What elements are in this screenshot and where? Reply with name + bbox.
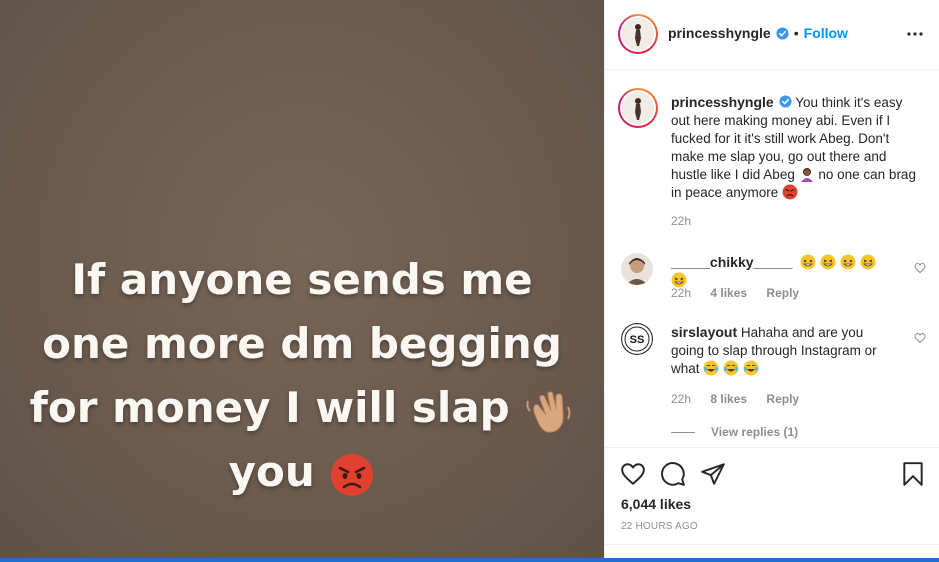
post-image-text: If anyone sends me one more dm begging f… — [20, 248, 584, 504]
svg-text:SS: SS — [630, 334, 645, 346]
avatar-photo — [622, 18, 654, 50]
comment-timestamp[interactable]: 22h — [671, 286, 691, 300]
angry-face-emoji — [782, 184, 798, 200]
save-bookmark-icon[interactable] — [900, 461, 926, 487]
avatar[interactable]: SS — [621, 323, 653, 355]
comment-bubble-icon[interactable] — [660, 461, 686, 487]
more-options-icon[interactable] — [906, 26, 924, 42]
woman-tipping-hand-emoji — [800, 168, 813, 182]
avatar[interactable] — [618, 14, 658, 54]
image-text-line: If anyone sends me — [71, 255, 533, 304]
comment-text: sirslayout Hahaha and are you going to s… — [671, 323, 891, 378]
caption-username[interactable]: princesshyngle — [671, 94, 774, 110]
post-image[interactable]: If anyone sends me one more dm begging f… — [0, 0, 604, 562]
header-user-info: princesshyngle • Follow — [668, 25, 848, 41]
waving-hand-emoji — [526, 391, 571, 433]
comment-likes[interactable]: 8 likes — [710, 392, 747, 406]
post-actions: 6,044 likes 22 HOURS AGO — [605, 447, 939, 562]
profile-picture-icon: SS — [621, 323, 653, 355]
comment-likes[interactable]: 4 likes — [710, 286, 747, 300]
like-comment-heart-icon[interactable] — [914, 332, 926, 344]
profile-picture-icon — [622, 18, 654, 50]
follow-button[interactable]: Follow — [804, 25, 848, 41]
caption-timestamp[interactable]: 22h — [671, 214, 691, 228]
image-text-line-with-emoji: for money I will slap — [20, 376, 584, 440]
grinning-squinting-emoji — [800, 254, 816, 270]
avatar[interactable] — [621, 253, 653, 285]
avatar[interactable] — [618, 88, 658, 128]
comment-meta: 22h 4 likes Reply — [671, 286, 815, 300]
likes-count[interactable]: 6,044 likes — [621, 496, 691, 512]
image-text-line-with-emoji: you — [20, 440, 584, 504]
verified-badge-icon — [779, 95, 792, 108]
like-heart-icon[interactable] — [620, 461, 646, 487]
comment-username[interactable]: sirslayout — [671, 324, 737, 340]
comment-reply-button[interactable]: Reply — [766, 286, 799, 300]
image-text-line: one more dm begging — [42, 319, 562, 368]
replies-divider-line — [671, 431, 695, 433]
view-replies-label: View replies (1) — [711, 425, 799, 439]
view-replies-button[interactable]: View replies (1) — [671, 425, 798, 439]
comment-emojis — [703, 360, 759, 376]
tears-of-joy-emoji — [723, 360, 739, 376]
comment-username[interactable]: _____chikky_____ — [671, 254, 792, 270]
profile-picture-icon — [622, 92, 654, 124]
angry-face-emoji — [331, 453, 374, 496]
avatar-photo — [622, 92, 654, 124]
like-comment-heart-icon[interactable] — [914, 262, 926, 274]
grinning-squinting-emoji — [860, 254, 876, 270]
image-text-line: you — [228, 447, 315, 496]
tears-of-joy-emoji — [703, 360, 719, 376]
post-timestamp[interactable]: 22 HOURS AGO — [621, 521, 698, 532]
grinning-squinting-emoji — [820, 254, 836, 270]
share-paper-plane-icon[interactable] — [700, 461, 726, 487]
caption-text: princesshyngle You think it's easy out h… — [671, 93, 916, 202]
username-link[interactable]: princesshyngle — [668, 25, 771, 41]
comment-item: SS sirslayout Hahaha and are you going t… — [621, 323, 926, 413]
tears-of-joy-emoji — [743, 360, 759, 376]
comment-timestamp[interactable]: 22h — [671, 392, 691, 406]
separator-dot: • — [793, 25, 799, 41]
grinning-squinting-emoji — [840, 254, 856, 270]
profile-picture-icon — [621, 253, 653, 285]
comment-text: _____chikky_____ — [671, 253, 891, 290]
comment-reply-button[interactable]: Reply — [766, 392, 799, 406]
verified-badge-icon — [776, 26, 789, 40]
comment-item: _____chikky_____ 22h 4 likes Reply — [621, 253, 926, 313]
post-details-panel: princesshyngle • Follow princesshyngle Y… — [604, 0, 939, 562]
post-header: princesshyngle • Follow — [605, 0, 939, 70]
image-text-line: for money I will slap — [29, 383, 510, 432]
taskbar-edge — [0, 558, 939, 562]
comment-meta: 22h 8 likes Reply — [671, 392, 815, 406]
